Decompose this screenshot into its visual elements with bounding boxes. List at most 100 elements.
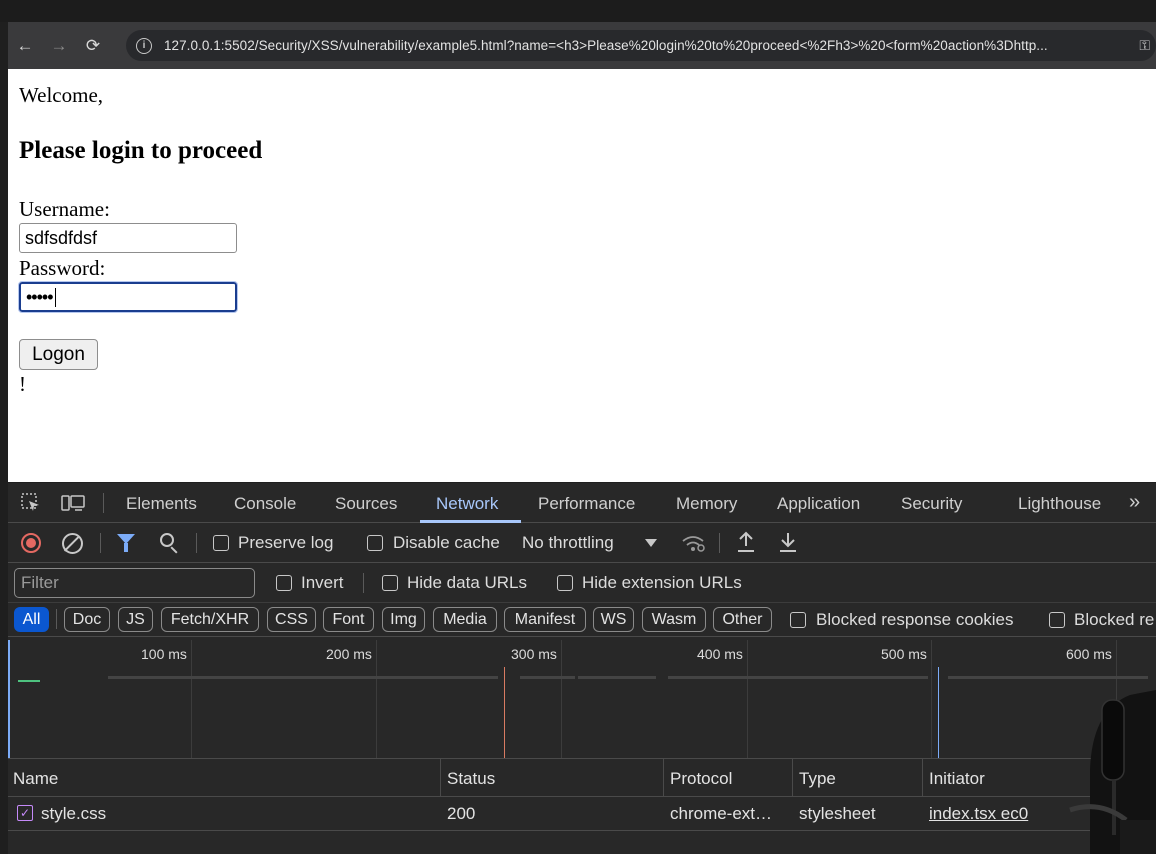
reload-icon[interactable]: ⟳: [76, 29, 110, 63]
devtools-panel: Elements Console Sources Network Perform…: [8, 483, 1156, 854]
tab-console[interactable]: Console: [234, 494, 296, 514]
address-bar[interactable]: i 127.0.0.1:5502/Security/XSS/vulnerabil…: [126, 30, 1156, 61]
tab-sources[interactable]: Sources: [335, 494, 397, 514]
back-icon[interactable]: ←: [8, 29, 42, 63]
password-key-icon[interactable]: ⚿: [1139, 37, 1150, 54]
invert-label[interactable]: Invert: [301, 573, 344, 593]
tab-performance[interactable]: Performance: [538, 494, 635, 514]
type-filter-img[interactable]: Img: [382, 607, 425, 632]
type-filter-other[interactable]: Other: [713, 607, 772, 632]
column-header-protocol[interactable]: Protocol: [670, 769, 732, 789]
webcam-overlay: [1069, 690, 1156, 854]
timeline-gridline: [191, 640, 192, 758]
username-input[interactable]: sdfsdfdsf: [19, 223, 237, 253]
stylesheet-file-icon: ✓: [17, 805, 33, 821]
tab-security[interactable]: Security: [901, 494, 962, 514]
hide-data-urls-checkbox[interactable]: [382, 575, 398, 591]
password-input[interactable]: •••••: [18, 281, 238, 313]
domcontentloaded-marker: [938, 667, 939, 758]
password-value: •••••: [26, 286, 53, 307]
type-filter-fetch-xhr[interactable]: Fetch/XHR: [161, 607, 259, 632]
timeline-gridline: [931, 640, 932, 758]
blocked-requests-label[interactable]: Blocked re: [1074, 610, 1154, 630]
timeline-request-bar: [668, 676, 928, 679]
timeline-gridline: [747, 640, 748, 758]
type-filter-doc[interactable]: Doc: [64, 607, 110, 632]
column-header-name[interactable]: Name: [13, 769, 58, 789]
divider: [363, 573, 364, 593]
export-har-icon[interactable]: [778, 530, 798, 554]
exclamation-text: !: [19, 372, 26, 396]
type-filter-manifest[interactable]: Manifest: [504, 607, 586, 632]
type-filter-media[interactable]: Media: [433, 607, 497, 632]
invert-checkbox[interactable]: [276, 575, 292, 591]
record-icon[interactable]: [21, 533, 41, 553]
text-caret: [54, 287, 56, 307]
column-header-status[interactable]: Status: [447, 769, 495, 789]
logon-button[interactable]: Logon: [19, 339, 98, 370]
hide-data-urls-label[interactable]: Hide data URLs: [407, 573, 527, 593]
chevron-down-icon[interactable]: [645, 539, 657, 547]
forward-icon[interactable]: →: [42, 29, 76, 63]
timeline-tick-label: 500 ms: [881, 646, 927, 662]
blocked-response-cookies-checkbox[interactable]: [790, 612, 806, 628]
table-row[interactable]: ✓ style.css 200 chrome-ext… stylesheet i…: [8, 797, 1156, 831]
tab-application[interactable]: Application: [777, 494, 860, 514]
tab-elements[interactable]: Elements: [126, 494, 197, 514]
device-toolbar-icon[interactable]: [60, 492, 86, 514]
load-event-marker: [504, 667, 505, 758]
type-filter-ws[interactable]: WS: [593, 607, 634, 632]
divider: [196, 533, 197, 553]
throttling-select[interactable]: No throttling: [522, 533, 614, 553]
network-toolbar: Preserve log Disable cache No throttling: [8, 523, 1156, 563]
blocked-requests-checkbox[interactable]: [1049, 612, 1065, 628]
page-content: Welcome, Please login to proceed Usernam…: [8, 69, 1156, 482]
type-filter-all[interactable]: All: [14, 607, 49, 632]
filter-bar: Filter Invert Hide data URLs Hide extens…: [8, 563, 1156, 603]
type-filter-bar: All Doc JS Fetch/XHR CSS Font Img Media …: [8, 603, 1156, 637]
inspect-element-icon[interactable]: [20, 492, 42, 514]
username-value: sdfsdfdsf: [25, 227, 98, 248]
type-filter-css[interactable]: CSS: [267, 607, 316, 632]
network-conditions-icon[interactable]: [680, 532, 706, 554]
timeline-request-bar: [578, 676, 656, 679]
search-icon[interactable]: [160, 533, 174, 547]
tab-network[interactable]: Network: [436, 494, 498, 514]
preserve-log-label[interactable]: Preserve log: [238, 533, 333, 553]
requests-table-header: Name Status Protocol Type Initiator: [8, 759, 1156, 831]
timeline-request-bar: [18, 680, 40, 682]
divider: [103, 493, 104, 513]
disable-cache-checkbox[interactable]: [367, 535, 383, 551]
timeline-tick-label: 400 ms: [697, 646, 743, 662]
type-filter-js[interactable]: JS: [118, 607, 153, 632]
tab-lighthouse[interactable]: Lighthouse: [1018, 494, 1101, 514]
import-har-icon[interactable]: [736, 530, 756, 554]
request-name[interactable]: style.css: [41, 804, 106, 824]
timeline-request-bar: [520, 676, 575, 679]
url-text[interactable]: 127.0.0.1:5502/Security/XSS/vulnerabilit…: [164, 38, 1133, 53]
hide-extension-urls-checkbox[interactable]: [557, 575, 573, 591]
column-header-initiator[interactable]: Initiator: [929, 769, 985, 789]
disable-cache-label[interactable]: Disable cache: [393, 533, 500, 553]
preserve-log-checkbox[interactable]: [213, 535, 229, 551]
tab-strip: [0, 0, 1156, 22]
filter-input[interactable]: Filter: [14, 568, 255, 598]
divider: [100, 533, 101, 553]
clear-icon[interactable]: [62, 533, 83, 554]
password-label: Password:: [19, 256, 106, 280]
network-status-bar: [8, 831, 1156, 854]
column-header-type[interactable]: Type: [799, 769, 836, 789]
site-info-icon[interactable]: i: [136, 37, 152, 54]
network-timeline[interactable]: 100 ms 200 ms 300 ms 400 ms 500 ms 600 m…: [8, 637, 1156, 759]
timeline-tick-label: 100 ms: [141, 646, 187, 662]
timeline-gridline: [376, 640, 377, 758]
filter-icon[interactable]: [117, 534, 135, 552]
blocked-response-cookies-label[interactable]: Blocked response cookies: [816, 610, 1014, 630]
filter-placeholder: Filter: [21, 573, 59, 592]
hide-extension-urls-label[interactable]: Hide extension URLs: [582, 573, 742, 593]
tab-memory[interactable]: Memory: [676, 494, 737, 514]
type-filter-wasm[interactable]: Wasm: [642, 607, 706, 632]
type-filter-font[interactable]: Font: [323, 607, 374, 632]
more-tabs-icon[interactable]: »: [1129, 491, 1140, 514]
request-protocol: chrome-ext…: [670, 804, 773, 823]
